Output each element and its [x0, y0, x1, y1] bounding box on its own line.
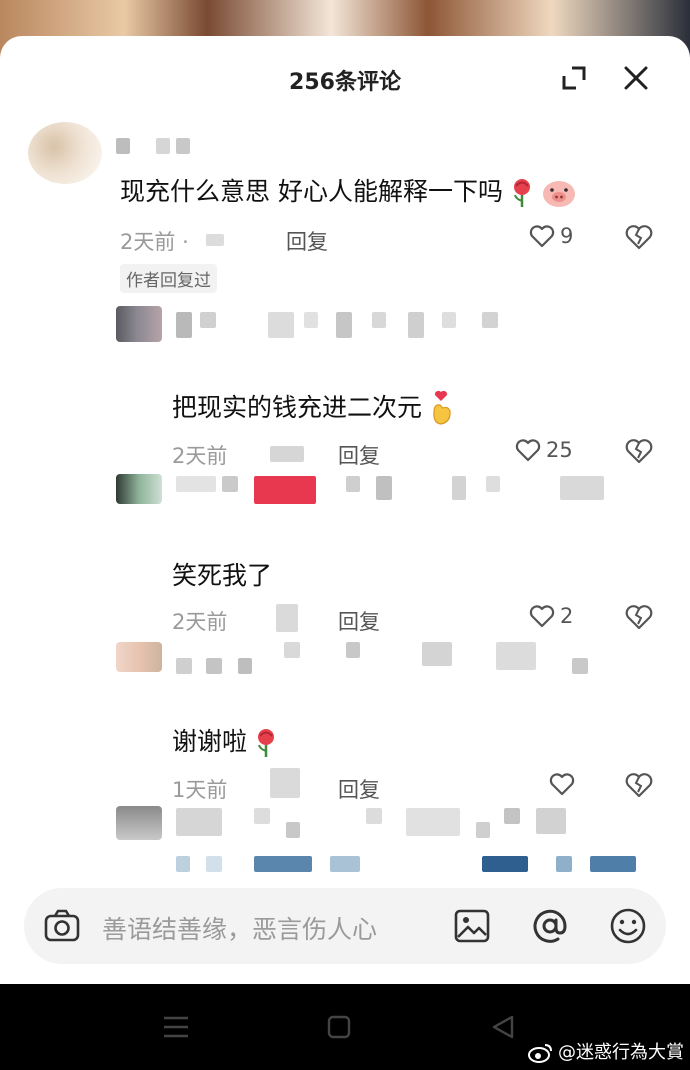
- comment-text: 笑死我了: [172, 561, 273, 590]
- close-icon[interactable]: [618, 60, 654, 96]
- location-blurred: [270, 768, 300, 798]
- menu-icon[interactable]: [162, 1014, 190, 1040]
- heart-icon: [529, 225, 555, 248]
- comment-timestamp: 2天前 ·: [120, 230, 189, 254]
- username-blurred: [176, 476, 606, 504]
- username-blurred: [176, 642, 596, 674]
- comments-sheet: 256条评论 现充什么意思 好心人能解释一下吗 2天前 · 回复 9 作者回复过…: [0, 36, 690, 984]
- like-count: 9: [560, 224, 574, 248]
- comment-input-placeholder[interactable]: 善语结善缘，恶言伤人心: [102, 910, 377, 946]
- heart-icon: [549, 773, 575, 796]
- rose-emoji-icon: [258, 729, 275, 757]
- comments-header: 256条评论: [0, 36, 690, 120]
- comment-timestamp: 2天前: [172, 610, 228, 634]
- comment-timestamp: 1天前: [172, 778, 228, 802]
- broken-heart-icon[interactable]: [624, 436, 654, 466]
- comment-text: 现充什么意思 好心人能解释一下吗: [120, 172, 577, 209]
- comment-input-bar[interactable]: 善语结善缘，恶言伤人心: [24, 888, 666, 964]
- rose-emoji-icon: [513, 179, 530, 207]
- back-triangle-icon[interactable]: [490, 1014, 516, 1040]
- location-blurred: [276, 604, 298, 632]
- reply-button[interactable]: 回复: [286, 226, 328, 256]
- like-button[interactable]: 9: [528, 222, 588, 252]
- weibo-watermark: @迷惑行為大賞: [528, 1038, 684, 1064]
- broken-heart-icon[interactable]: [624, 770, 654, 800]
- like-button[interactable]: [548, 770, 588, 800]
- reply-button[interactable]: 回复: [338, 774, 380, 804]
- location-blurred: [206, 234, 224, 246]
- finger-heart-emoji-icon: [433, 390, 451, 425]
- avatar[interactable]: [116, 642, 162, 672]
- comment-text: 谢谢啦: [172, 722, 281, 759]
- username-blurred: [176, 312, 536, 338]
- avatar[interactable]: [116, 306, 162, 342]
- mention-at-icon[interactable]: [530, 906, 570, 946]
- author-replied-badge: 作者回复过: [120, 264, 217, 293]
- like-button[interactable]: 2: [528, 602, 588, 632]
- heart-icon: [529, 605, 555, 628]
- avatar[interactable]: [116, 474, 162, 504]
- username-blurred: [116, 138, 196, 154]
- like-count: 25: [546, 438, 573, 462]
- like-button[interactable]: 25: [514, 436, 584, 466]
- reply-button[interactable]: 回复: [338, 606, 380, 636]
- system-navigation-bar: @迷惑行為大賞: [0, 984, 690, 1070]
- comment-text: 把现实的钱充进二次元: [172, 388, 456, 428]
- username-blurred: [176, 808, 596, 838]
- broken-heart-icon[interactable]: [624, 602, 654, 632]
- image-icon[interactable]: [452, 906, 492, 946]
- broken-heart-icon[interactable]: [624, 222, 654, 252]
- location-blurred: [270, 446, 304, 462]
- reply-button[interactable]: 回复: [338, 440, 380, 470]
- emoji-face-icon[interactable]: [608, 906, 648, 946]
- home-square-icon[interactable]: [326, 1014, 352, 1040]
- like-count: 2: [560, 604, 574, 628]
- heart-icon: [515, 439, 541, 462]
- camera-icon[interactable]: [42, 906, 82, 946]
- avatar[interactable]: [28, 122, 102, 184]
- pig-emoji-icon: [542, 181, 575, 207]
- weibo-logo-icon: [528, 1044, 552, 1063]
- comment-text-blurred: [176, 856, 636, 872]
- avatar[interactable]: [116, 806, 162, 840]
- comment-timestamp: 2天前: [172, 444, 228, 468]
- expand-icon[interactable]: [556, 60, 592, 96]
